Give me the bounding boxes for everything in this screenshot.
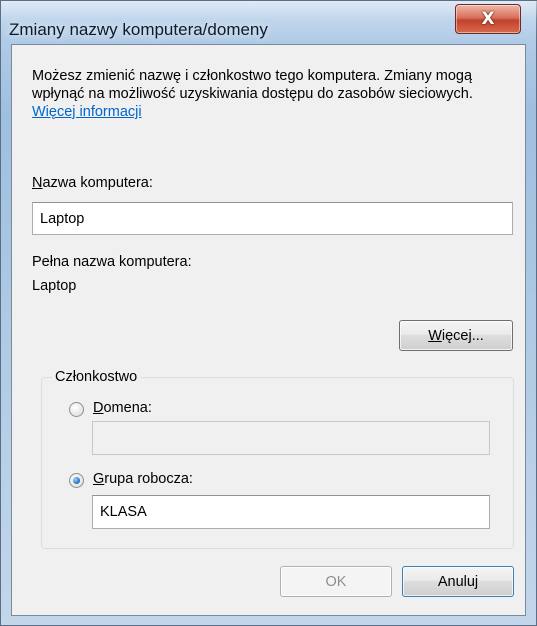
- more-button-rest: ięcej...: [441, 327, 484, 344]
- close-button[interactable]: X: [455, 4, 521, 34]
- more-info-link[interactable]: Więcej informacji: [32, 104, 142, 120]
- computer-name-label-rest: azwa komputera:: [42, 175, 153, 191]
- workgroup-label-accel: G: [93, 471, 105, 487]
- workgroup-input[interactable]: KLASA: [92, 495, 490, 529]
- cancel-button[interactable]: Anuluj: [402, 566, 514, 597]
- dialog-content: Możesz zmienić nazwę i członkostwo tego …: [11, 44, 526, 616]
- more-button-accel: W: [428, 327, 442, 344]
- domain-label-accel: D: [93, 400, 104, 416]
- domain-radio[interactable]: [69, 402, 84, 417]
- full-name-value: Laptop: [32, 278, 77, 294]
- domain-label-rest: omena:: [103, 400, 152, 416]
- full-name-label: Pełna nazwa komputera:: [32, 254, 192, 270]
- window-title: Zmiany nazwy komputera/domeny: [9, 20, 268, 39]
- workgroup-label-rest: rupa robocza:: [104, 471, 193, 487]
- membership-legend: Członkostwo: [52, 369, 141, 385]
- workgroup-label: Grupa robocza:: [93, 471, 193, 487]
- more-button[interactable]: Więcej...: [399, 320, 513, 351]
- domain-input[interactable]: [92, 421, 490, 455]
- description-text: Możesz zmienić nazwę i członkostwo tego …: [32, 67, 517, 121]
- dialog-window: Zmiany nazwy komputera/domeny X Możesz z…: [0, 0, 537, 626]
- computer-name-input[interactable]: Laptop: [32, 202, 513, 235]
- title-bar[interactable]: Zmiany nazwy komputera/domeny X: [1, 1, 537, 43]
- close-icon: X: [481, 9, 495, 29]
- workgroup-value: KLASA: [100, 504, 147, 520]
- workgroup-radio[interactable]: [69, 473, 84, 488]
- workgroup-radio-selected-dot: [73, 477, 80, 484]
- computer-name-label: Nazwa komputera:: [32, 175, 153, 191]
- computer-name-value: Laptop: [40, 210, 85, 227]
- domain-label: Domena:: [93, 400, 152, 416]
- ok-button[interactable]: OK: [280, 566, 392, 597]
- computer-name-label-accel: N: [32, 175, 43, 191]
- description-body: Możesz zmienić nazwę i członkostwo tego …: [32, 68, 473, 102]
